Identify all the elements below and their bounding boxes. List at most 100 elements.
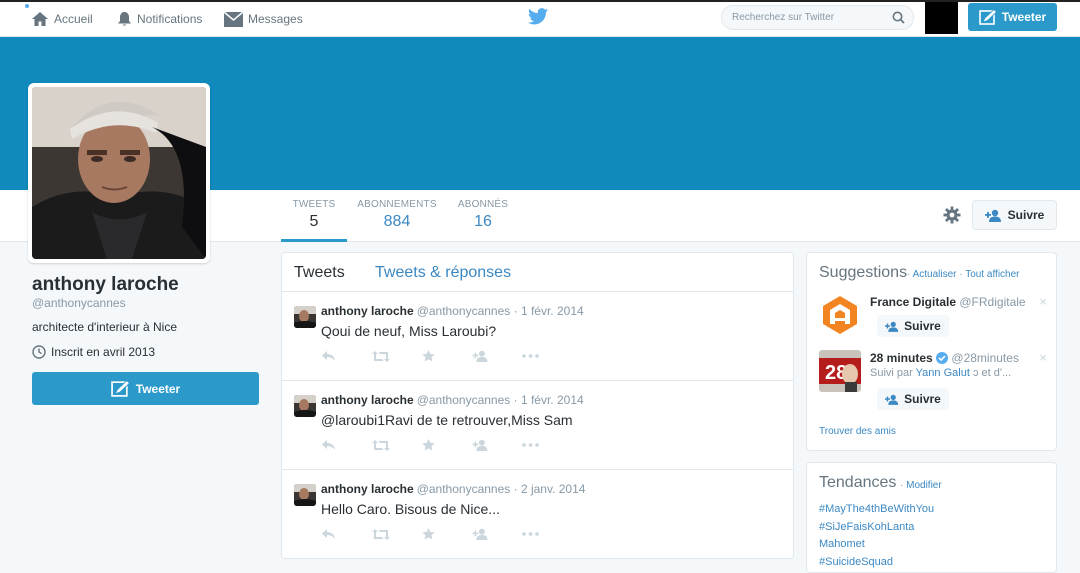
profile-handle: @anthonycannes: [32, 296, 126, 310]
retweet-icon[interactable]: [372, 528, 422, 540]
suggestion-follow-button[interactable]: Suivre: [877, 315, 949, 337]
timeline-tabs: Tweets Tweets & réponses: [282, 253, 793, 292]
profile-name[interactable]: anthony laroche: [32, 274, 179, 296]
followed-by-link[interactable]: Yann Galut: [916, 367, 970, 379]
follow-user-icon[interactable]: [472, 528, 522, 540]
separator-dot: ·: [959, 269, 963, 280]
stat-following[interactable]: ABONNEMENTS 884: [357, 199, 437, 231]
stat-tweets[interactable]: TWEETS 5: [281, 199, 347, 242]
tweet-text: Hello Caro. Bisous de Nice...: [321, 501, 500, 517]
tweet-date[interactable]: · 1 févr. 2014: [514, 393, 584, 407]
trend-item[interactable]: Mahomet: [819, 536, 934, 554]
refresh-link[interactable]: Actualiser: [913, 269, 957, 280]
nav-home-label: Accueil: [54, 12, 93, 26]
search-icon[interactable]: [892, 11, 905, 24]
profile-tweet-button-label: Tweeter: [135, 381, 181, 396]
search-input[interactable]: [732, 10, 882, 25]
suggestion-handle: @28minutes: [951, 351, 1019, 365]
suggestion-item: 28 28 minutes @28minutes × Suivi par Yan…: [819, 350, 1049, 410]
modify-link[interactable]: Modifier: [906, 480, 942, 491]
more-icon[interactable]: [522, 354, 572, 358]
dismiss-icon[interactable]: ×: [1039, 350, 1047, 365]
trend-item[interactable]: #SuicideSquad: [819, 554, 934, 572]
tab-tweets[interactable]: Tweets: [294, 264, 345, 282]
nav-notifications[interactable]: Notifications: [117, 9, 202, 29]
trend-item[interactable]: #MayThe4thBeWithYou: [819, 501, 934, 519]
suggestion-name[interactable]: 28 minutes @28minutes: [870, 351, 1019, 365]
stat-followers[interactable]: ABONNÉS 16: [450, 199, 516, 231]
tweet-author-name[interactable]: anthony laroche: [321, 393, 414, 407]
profile-tweet-button[interactable]: Tweeter: [32, 372, 259, 405]
gear-icon[interactable]: [943, 206, 961, 224]
more-icon[interactable]: [522, 532, 572, 536]
compose-icon: [110, 380, 130, 397]
follow-button-label: Suivre: [1007, 208, 1045, 222]
find-friends-link[interactable]: Trouver des amis: [819, 426, 896, 437]
profile-joined: Inscrit en avril 2013: [32, 345, 155, 359]
suggestions-links: · Actualiser · Tout afficher: [907, 269, 1020, 280]
home-icon: [32, 12, 48, 26]
follow-user-icon[interactable]: [472, 350, 522, 362]
account-avatar[interactable]: [925, 2, 958, 34]
suggestion-item: France Digitale @FRdigitale × Suivre: [819, 294, 1049, 340]
tweet-author-handle: @anthonycannes: [416, 393, 511, 407]
suggestion-follow-button[interactable]: Suivre: [877, 388, 949, 410]
tweet-author-handle: @anthonycannes: [416, 482, 511, 496]
favorite-icon[interactable]: [422, 528, 472, 540]
nav-home[interactable]: Accueil: [31, 9, 93, 29]
more-icon[interactable]: [522, 443, 572, 447]
nav-notifications-label: Notifications: [137, 12, 203, 26]
compose-icon: [978, 9, 997, 25]
tweet-author-name[interactable]: anthony laroche: [321, 304, 414, 318]
tweet-text: @laroubi1Ravi de te retrouver,Miss Sam: [321, 412, 573, 428]
tweet[interactable]: anthony laroche @anthonycannes · 2 janv. …: [282, 470, 793, 558]
stat-followers-value: 16: [474, 213, 492, 230]
stat-followers-label: ABONNÉS: [457, 199, 509, 210]
tweet-date[interactable]: · 1 févr. 2014: [514, 304, 584, 318]
tweet-avatar[interactable]: [294, 395, 316, 417]
tweet-date[interactable]: · 2 janv. 2014: [514, 482, 586, 496]
follow-user-icon[interactable]: [472, 439, 522, 451]
trends-modify: · Modifier: [900, 480, 942, 491]
suggestion-handle: @FRdigitale: [959, 295, 1026, 309]
search-box[interactable]: [721, 5, 914, 30]
tweet[interactable]: anthony laroche @anthonycannes · 1 févr. …: [282, 381, 793, 470]
add-user-icon: [984, 209, 1001, 222]
stat-following-label: ABONNEMENTS: [357, 199, 437, 210]
follow-button[interactable]: Suivre: [972, 200, 1057, 230]
suggestion-name[interactable]: France Digitale @FRdigitale: [870, 295, 1026, 309]
tweet-author-handle: @anthonycannes: [416, 304, 511, 318]
new-content-dot: [25, 4, 29, 8]
separator-dot: ·: [907, 269, 911, 280]
dismiss-icon[interactable]: ×: [1039, 294, 1047, 309]
window-edge: [0, 0, 1080, 2]
reply-icon[interactable]: [322, 439, 372, 451]
top-navigation-bar: Accueil Notifications Messages Tweeter: [0, 0, 1080, 37]
tweet-avatar[interactable]: [294, 306, 316, 328]
france-digitale-logo[interactable]: [819, 294, 861, 336]
retweet-icon[interactable]: [372, 350, 422, 362]
view-all-link[interactable]: Tout afficher: [965, 269, 1019, 280]
profile-photo-image: [32, 87, 206, 259]
reply-icon[interactable]: [322, 350, 372, 362]
trend-item[interactable]: #SiJeFaisKohLanta: [819, 519, 934, 537]
nav-messages[interactable]: Messages: [224, 9, 303, 29]
profile-bio: architecte d'interieur à Nice: [32, 320, 178, 334]
profile-photo[interactable]: [28, 83, 210, 263]
tweet-avatar[interactable]: [294, 484, 316, 506]
twitter-bird-icon[interactable]: [528, 8, 548, 25]
28-minutes-logo[interactable]: 28: [819, 350, 861, 392]
bell-icon: [118, 12, 131, 26]
top-tweet-button[interactable]: Tweeter: [968, 3, 1057, 31]
timeline: Tweets Tweets & réponses anthony laroche…: [281, 252, 794, 559]
tab-tweets-replies[interactable]: Tweets & réponses: [375, 264, 511, 282]
retweet-icon[interactable]: [372, 439, 422, 451]
tweet-actions: [322, 437, 572, 453]
tweet[interactable]: anthony laroche @anthonycannes · 1 févr. …: [282, 292, 793, 381]
tweet-author-name[interactable]: anthony laroche: [321, 482, 414, 496]
reply-icon[interactable]: [322, 528, 372, 540]
favorite-icon[interactable]: [422, 350, 472, 362]
stat-tweets-value: 5: [309, 213, 319, 230]
nav-messages-label: Messages: [248, 12, 303, 26]
favorite-icon[interactable]: [422, 439, 472, 451]
